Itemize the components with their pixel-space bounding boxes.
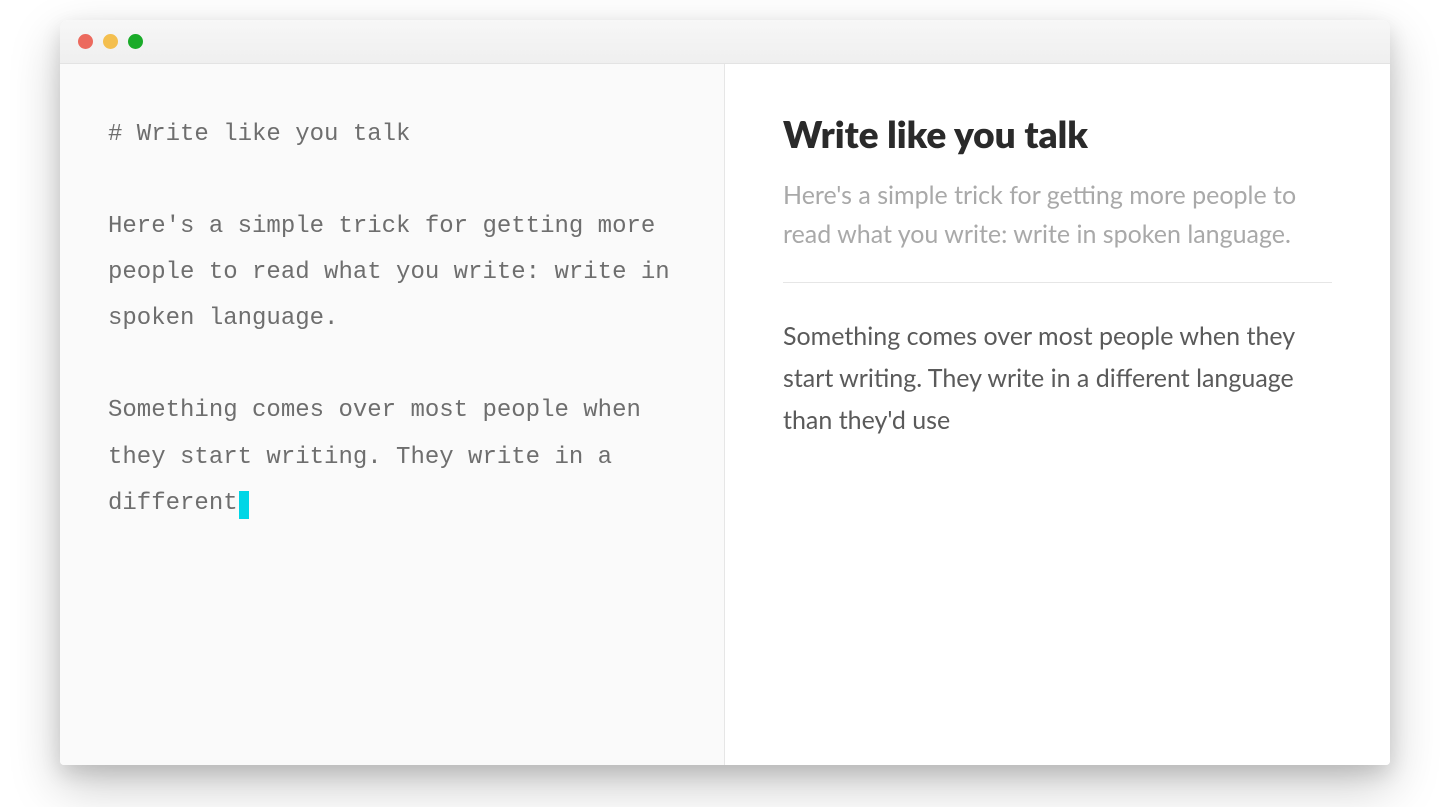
split-view: # Write like you talk Here's a simple tr… bbox=[60, 64, 1390, 765]
maximize-icon[interactable] bbox=[128, 34, 143, 49]
app-window: # Write like you talk Here's a simple tr… bbox=[60, 20, 1390, 765]
preview-body-paragraph: Something comes over most people when th… bbox=[783, 315, 1332, 441]
markdown-source-text[interactable]: # Write like you talk Here's a simple tr… bbox=[108, 112, 676, 527]
minimize-icon[interactable] bbox=[103, 34, 118, 49]
text-cursor-icon bbox=[239, 491, 249, 519]
close-icon[interactable] bbox=[78, 34, 93, 49]
preview-heading: Write like you talk bbox=[783, 112, 1332, 156]
preview-intro-paragraph: Here's a simple trick for getting more p… bbox=[783, 176, 1332, 254]
editor-content[interactable]: # Write like you talk Here's a simple tr… bbox=[108, 121, 684, 517]
titlebar[interactable] bbox=[60, 20, 1390, 64]
divider bbox=[783, 282, 1332, 283]
markdown-editor-pane[interactable]: # Write like you talk Here's a simple tr… bbox=[60, 64, 725, 765]
preview-pane: Write like you talk Here's a simple tric… bbox=[725, 64, 1390, 765]
